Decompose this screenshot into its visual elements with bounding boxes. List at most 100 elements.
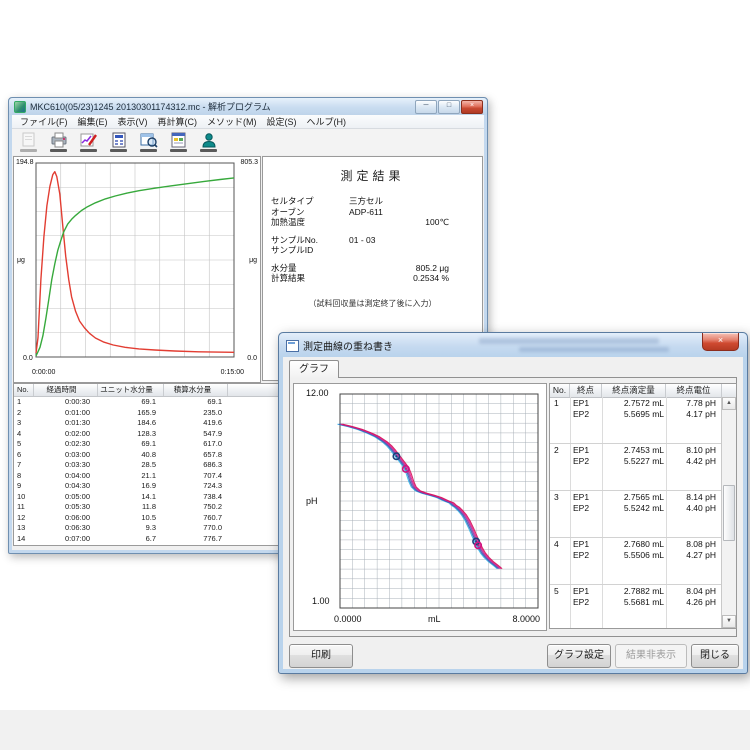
cell: 686.3 bbox=[164, 460, 228, 471]
ml-axis-max: 8.0000 bbox=[512, 614, 540, 624]
y-axis-left-min: 0.0 bbox=[23, 355, 33, 362]
maximize-button[interactable]: □ bbox=[438, 100, 460, 114]
cell: 9.3 bbox=[98, 523, 164, 534]
cell: 776.7 bbox=[164, 534, 228, 545]
result-row: サンプルNo.01 - 03 bbox=[271, 235, 474, 246]
cell: 5.5695 mL bbox=[602, 409, 664, 420]
result-row: 加熱温度100℃ bbox=[271, 217, 474, 228]
result-row: セルタイプ三方セル bbox=[271, 196, 474, 207]
menu-recalc[interactable]: 再計算(C) bbox=[153, 115, 203, 128]
y-axis-left-max: 194.8 bbox=[16, 159, 34, 166]
result-label: 水分量 bbox=[271, 263, 349, 274]
ph-curve-graph bbox=[294, 384, 544, 628]
graph-settings-button[interactable]: グラフ設定 bbox=[547, 644, 611, 668]
y-axis-right-min: 0.0 bbox=[247, 355, 257, 362]
dialog-close-button[interactable]: × bbox=[702, 333, 739, 351]
cell: 69.1 bbox=[98, 397, 164, 408]
open-icon bbox=[20, 132, 38, 148]
result-label: サンプルNo. bbox=[271, 235, 349, 246]
cell: EP2 bbox=[570, 550, 602, 561]
col-cumulative-moisture[interactable]: 積算水分量 bbox=[164, 384, 228, 396]
col-endpoint-volume[interactable]: 終点滴定量 bbox=[602, 384, 666, 397]
ep-group-number: 5 bbox=[554, 586, 559, 596]
menu-method[interactable]: メソッド(M) bbox=[202, 115, 262, 128]
scrollbar-thumb[interactable] bbox=[723, 485, 735, 541]
cell: 16.9 bbox=[98, 481, 164, 492]
col-no[interactable]: No. bbox=[550, 384, 570, 397]
col-no[interactable]: No. bbox=[14, 384, 34, 396]
toolbar-button-caption bbox=[140, 149, 157, 152]
scroll-down-button[interactable]: ▼ bbox=[722, 615, 736, 628]
print-button[interactable]: 印刷 bbox=[289, 644, 353, 668]
toolbar-button-graph-edit[interactable] bbox=[75, 131, 102, 156]
result-label: 計算結果 bbox=[271, 273, 349, 284]
cell: 0:01:30 bbox=[34, 418, 98, 429]
result-label: 加熱温度 bbox=[271, 217, 349, 228]
close-button[interactable]: × bbox=[461, 100, 483, 114]
toolbar-button-user[interactable] bbox=[195, 131, 222, 156]
col-endpoint[interactable]: 終点 bbox=[570, 384, 602, 397]
ep-table-row-group[interactable]: 3EP12.7565 mL8.14 pHEP25.5242 mL4.40 pH bbox=[550, 491, 722, 538]
ep-table-row-group[interactable]: 2EP12.7453 mL8.10 pHEP25.5227 mL4.42 pH bbox=[550, 444, 722, 491]
ep-line: EP12.7572 mL7.78 pH bbox=[570, 398, 720, 409]
toolbar-button-caption bbox=[50, 149, 67, 152]
cell: EP2 bbox=[570, 503, 602, 514]
cell: EP2 bbox=[570, 456, 602, 467]
ep-table-row-group[interactable]: 5EP12.7882 mL8.04 pHEP25.5681 mL4.26 pH bbox=[550, 585, 722, 628]
vertical-scrollbar[interactable]: ▲ ▼ bbox=[721, 397, 736, 628]
toolbar-button-report[interactable] bbox=[165, 131, 192, 156]
cell: 2.7572 mL bbox=[602, 398, 664, 409]
dialog-titlebar[interactable]: 測定曲線の重ね書き bbox=[279, 333, 747, 357]
col-unit-moisture[interactable]: ユニット水分量 bbox=[98, 384, 164, 396]
hide-results-button[interactable]: 結果非表示 bbox=[615, 644, 687, 668]
menu-view[interactable]: 表示(V) bbox=[113, 115, 153, 128]
tab-graph[interactable]: グラフ bbox=[289, 360, 339, 378]
cell: 5.5227 mL bbox=[602, 456, 664, 467]
desktop: MKC610(05/23)1245 20130301174312.mc - 解析… bbox=[0, 0, 750, 750]
cell: 724.3 bbox=[164, 481, 228, 492]
result-value: ADP-611 bbox=[349, 207, 469, 218]
cell: 184.6 bbox=[98, 418, 164, 429]
calc-icon bbox=[110, 132, 128, 148]
menu-edit[interactable]: 編集(E) bbox=[73, 115, 113, 128]
graph-tab-page: 12.00 1.00 pH 0.0000 mL 8.0000 No. 終点 終点… bbox=[289, 377, 737, 637]
toolbar-button-preview[interactable] bbox=[135, 131, 162, 156]
scroll-up-button[interactable]: ▲ bbox=[722, 397, 736, 410]
cell: 165.9 bbox=[98, 408, 164, 419]
ep-line: EP12.7565 mL8.14 pH bbox=[570, 492, 720, 503]
toolbar-button-open[interactable] bbox=[15, 131, 42, 156]
menu-file[interactable]: ファイル(F) bbox=[15, 115, 73, 128]
ep-table-row-group[interactable]: 1EP12.7572 mL7.78 pHEP25.5695 mL4.17 pH bbox=[550, 397, 722, 444]
ep-table-row-group[interactable]: 4EP12.7680 mL8.08 pHEP25.5506 mL4.27 pH bbox=[550, 538, 722, 585]
col-endpoint-potential[interactable]: 終点電位 bbox=[666, 384, 722, 397]
toolbar bbox=[12, 129, 484, 158]
toolbar-button-print[interactable] bbox=[45, 131, 72, 156]
menu-help[interactable]: ヘルプ(H) bbox=[302, 115, 352, 128]
app-icon bbox=[14, 101, 26, 113]
cell: 2.7453 mL bbox=[602, 445, 664, 456]
cell: 4.26 pH bbox=[664, 597, 720, 608]
cell: 8.10 pH bbox=[664, 445, 720, 456]
close-dialog-button[interactable]: 閉じる bbox=[691, 644, 739, 668]
ep-line: EP25.5227 mL4.42 pH bbox=[570, 456, 720, 467]
print-icon bbox=[50, 132, 68, 148]
cell: EP1 bbox=[570, 445, 602, 456]
cell: 10.5 bbox=[98, 513, 164, 524]
toolbar-button-calc[interactable] bbox=[105, 131, 132, 156]
cell: 0:04:00 bbox=[34, 471, 98, 482]
cell: 5 bbox=[14, 439, 34, 450]
minimize-button[interactable]: ─ bbox=[415, 100, 437, 114]
window-titlebar[interactable]: MKC610(05/23)1245 20130301174312.mc - 解析… bbox=[9, 98, 487, 115]
cell: 8.08 pH bbox=[664, 539, 720, 550]
ml-axis-label: mL bbox=[428, 614, 441, 624]
cell: 2.7882 mL bbox=[602, 586, 664, 597]
ep-group-number: 1 bbox=[554, 398, 559, 408]
cell: 3 bbox=[14, 418, 34, 429]
cell: EP1 bbox=[570, 398, 602, 409]
cell: 0:02:00 bbox=[34, 429, 98, 440]
result-value: 805.2 μg bbox=[349, 263, 449, 274]
toolbar-button-caption bbox=[80, 149, 97, 152]
menu-settings[interactable]: 設定(S) bbox=[262, 115, 302, 128]
ml-axis-min: 0.0000 bbox=[334, 614, 362, 624]
col-elapsed-time[interactable]: 経過時間 bbox=[34, 384, 98, 396]
